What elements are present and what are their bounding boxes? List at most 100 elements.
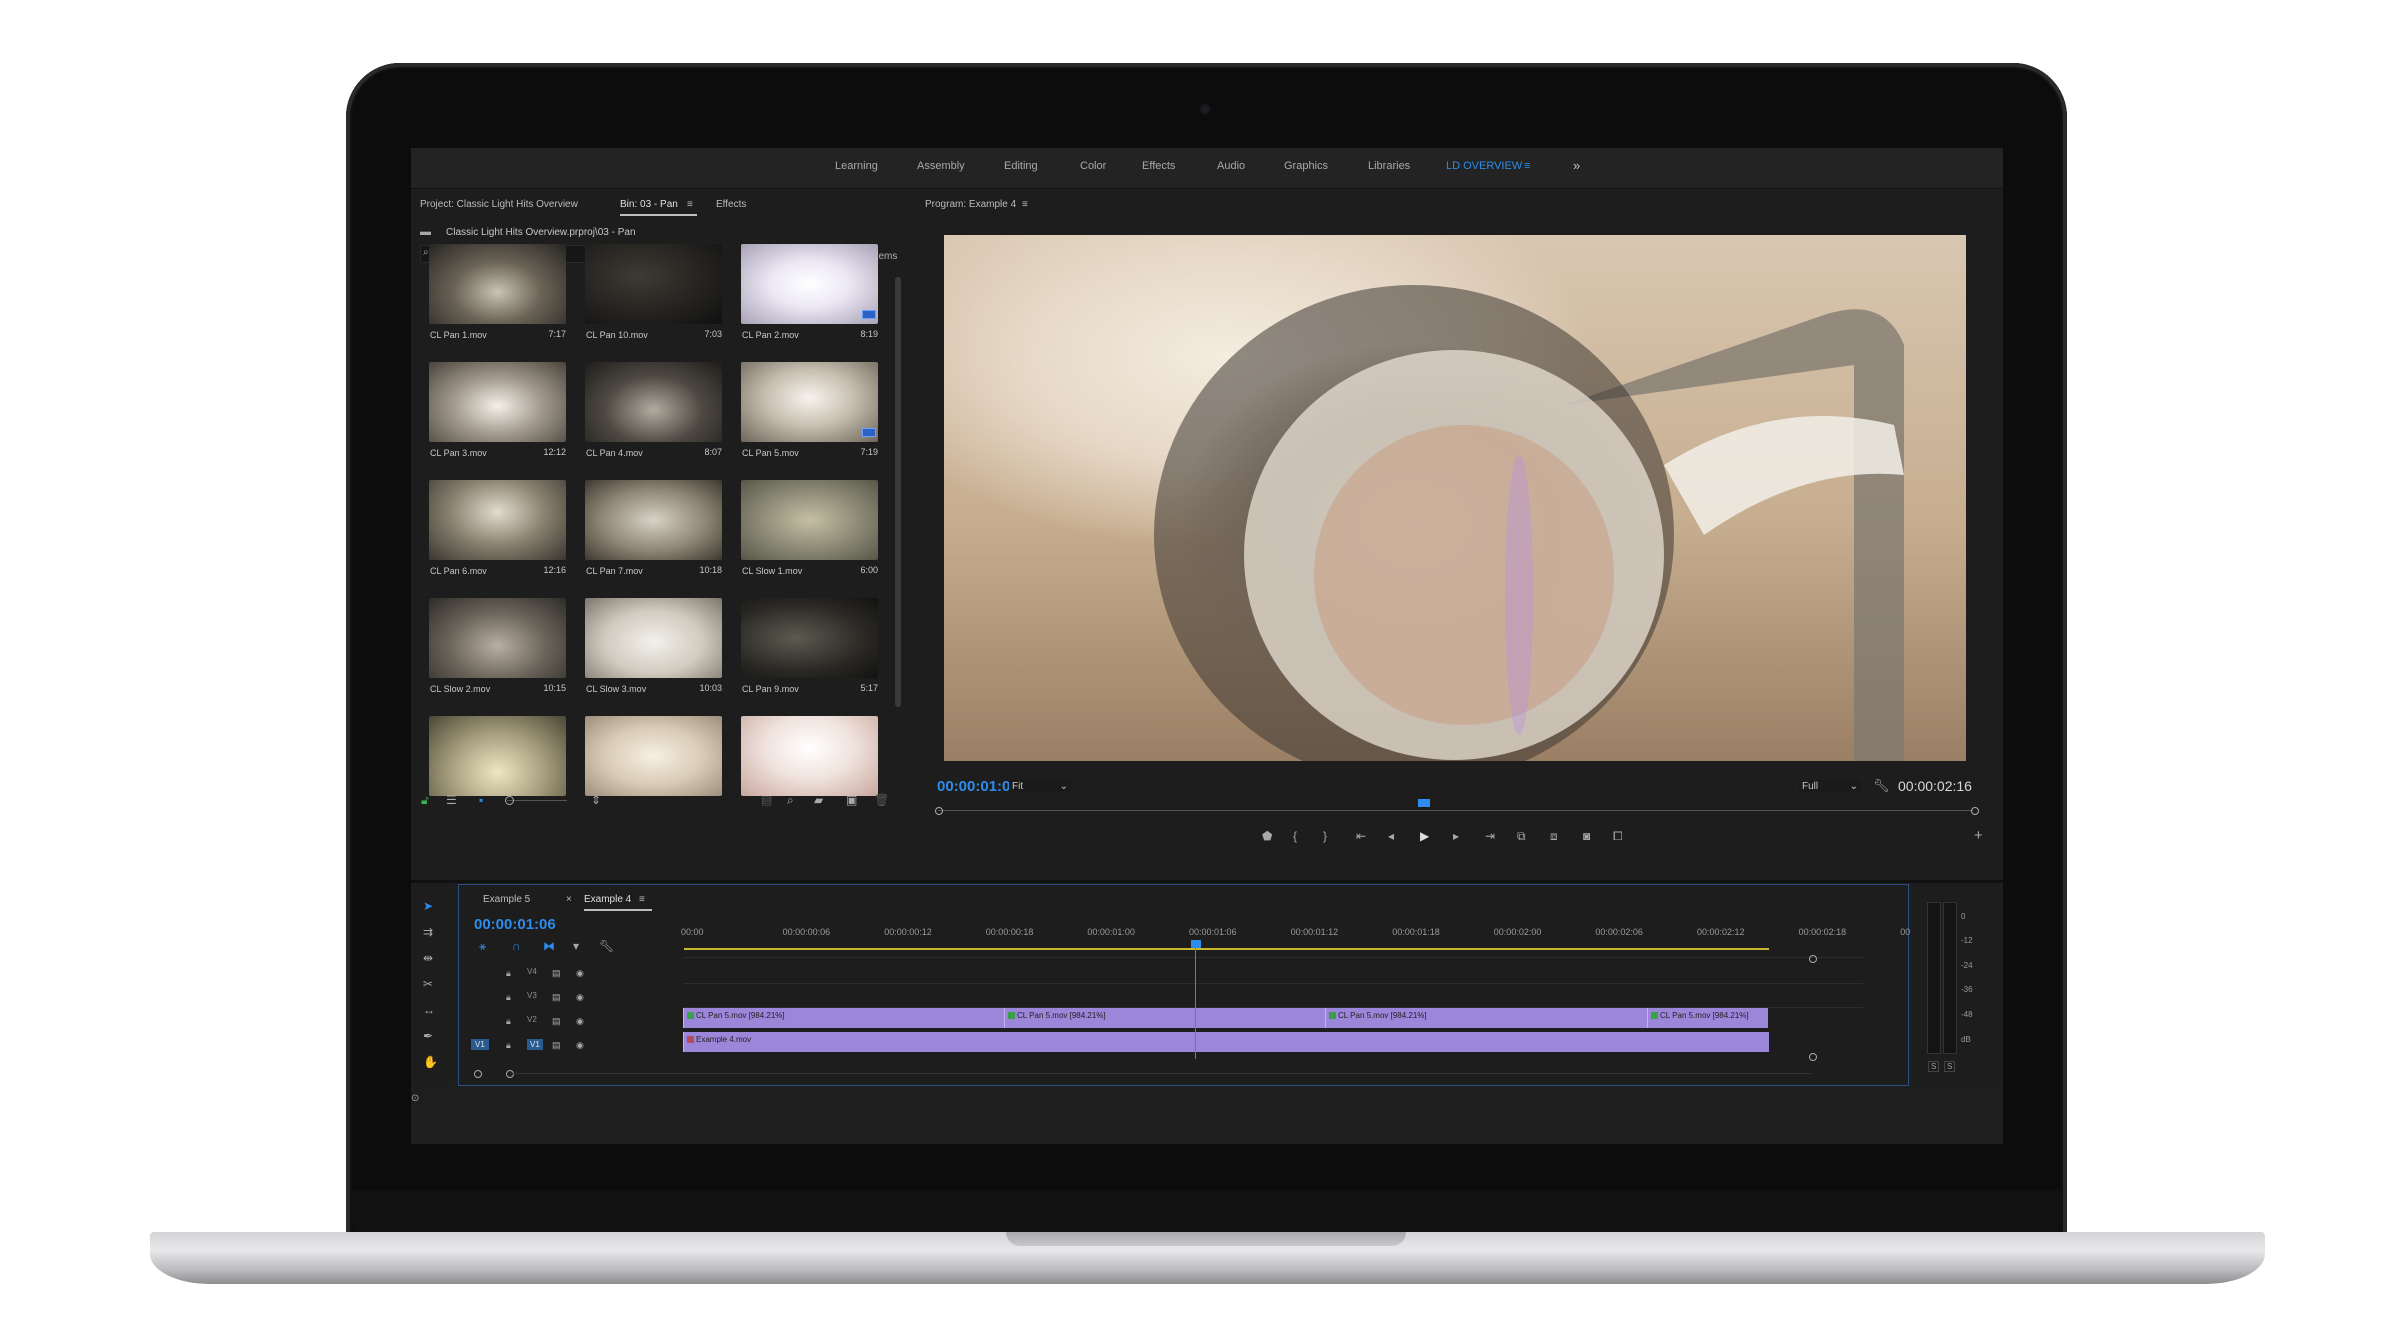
add-marker-icon[interactable]: ⬟ bbox=[1262, 830, 1272, 842]
selection-tool-icon[interactable]: ➤ bbox=[423, 900, 433, 912]
v2-clip[interactable]: CL Pan 5.mov [984.21%] bbox=[1647, 1008, 1768, 1028]
pen-tool-icon[interactable]: ✒ bbox=[423, 1030, 433, 1042]
zoom-slider-handle[interactable] bbox=[505, 796, 514, 805]
clip-thumbnail[interactable] bbox=[741, 598, 878, 678]
go-to-out-icon[interactable]: ⇥ bbox=[1485, 830, 1495, 842]
find-icon[interactable]: ⌕ bbox=[787, 794, 794, 806]
program-menu-icon[interactable]: ≡ bbox=[1022, 199, 1028, 210]
play-icon[interactable]: ▶ bbox=[1420, 830, 1429, 842]
tab-effects[interactable]: Effects bbox=[716, 199, 746, 210]
step-forward-icon[interactable]: ▸ bbox=[1453, 830, 1459, 842]
automate-to-sequence-icon[interactable]: ▤ bbox=[761, 794, 772, 806]
add-button-icon[interactable]: + bbox=[1974, 828, 1983, 843]
tab-project[interactable]: Project: Classic Light Hits Overview bbox=[420, 199, 578, 210]
eye-icon[interactable]: ◉ bbox=[576, 967, 584, 979]
trash-icon[interactable]: 🗑︎ bbox=[874, 794, 889, 806]
vertical-scroll-handle[interactable] bbox=[1809, 955, 1817, 963]
track-label[interactable]: V4 bbox=[527, 967, 537, 976]
track-output-icon[interactable]: ▤ bbox=[552, 1015, 561, 1027]
track-label[interactable]: V1 bbox=[527, 1039, 543, 1050]
icon-view-icon[interactable]: ▪ bbox=[479, 794, 483, 806]
clip-thumbnail[interactable] bbox=[585, 480, 722, 560]
track-output-icon[interactable]: ▤ bbox=[552, 991, 561, 1003]
razor-tool-icon[interactable]: ✂ bbox=[423, 978, 433, 990]
go-to-in-icon[interactable]: ⇤ bbox=[1356, 830, 1366, 842]
current-timecode[interactable]: 00:00:01:06 bbox=[937, 778, 1019, 795]
v2-clip[interactable]: CL Pan 5.mov [984.21%] bbox=[1004, 1008, 1325, 1028]
tab-bin[interactable]: Bin: 03 - Pan bbox=[620, 199, 678, 210]
clip-thumbnail[interactable] bbox=[741, 480, 878, 560]
new-bin-icon[interactable]: ▰ bbox=[814, 794, 823, 806]
clip-thumbnail[interactable] bbox=[585, 598, 722, 678]
source-patch-v1[interactable]: V1 bbox=[471, 1039, 489, 1050]
clip-thumbnail[interactable] bbox=[741, 362, 878, 442]
lift-icon[interactable]: ⧉ bbox=[1517, 830, 1526, 842]
clip-thumbnail[interactable] bbox=[585, 716, 722, 796]
clip-thumbnail[interactable] bbox=[585, 244, 722, 324]
close-icon[interactable]: × bbox=[566, 894, 572, 905]
timeline-tab-example-5[interactable]: Example 5 bbox=[483, 894, 530, 905]
workspace-tab-editing[interactable]: Editing bbox=[1004, 160, 1038, 172]
extract-icon[interactable]: ⧈ bbox=[1550, 830, 1558, 842]
hamburger-icon[interactable]: ≡ bbox=[1524, 160, 1530, 172]
slip-tool-icon[interactable]: ↔ bbox=[423, 1004, 435, 1016]
timeline-tab-example-4[interactable]: Example 4 bbox=[584, 894, 631, 905]
step-back-icon[interactable]: ◂ bbox=[1388, 830, 1394, 842]
workspace-tab-learning[interactable]: Learning bbox=[835, 160, 878, 172]
clip-thumbnail[interactable] bbox=[429, 598, 566, 678]
track-output-icon[interactable]: ▤ bbox=[552, 967, 561, 979]
eye-icon[interactable]: ◉ bbox=[576, 991, 584, 1003]
track-label[interactable]: V2 bbox=[527, 1015, 537, 1024]
workspace-tab-ld-overview[interactable]: LD OVERVIEW bbox=[1446, 160, 1522, 172]
track-lock-icon[interactable]: 🔒︎ bbox=[506, 991, 511, 1003]
zoom-level-select[interactable]: Fit ⌄ bbox=[1009, 780, 1071, 793]
comparison-view-icon[interactable]: ⧠ bbox=[1613, 830, 1623, 842]
clip-thumbnail[interactable] bbox=[741, 244, 878, 324]
clip-thumbnail[interactable] bbox=[429, 244, 566, 324]
clip-thumbnail[interactable] bbox=[429, 480, 566, 560]
workspace-tab-graphics[interactable]: Graphics bbox=[1284, 160, 1328, 172]
hand-tool-icon[interactable]: ✋ bbox=[423, 1056, 438, 1068]
eye-icon[interactable]: ◉ bbox=[576, 1039, 584, 1051]
ripple-edit-tool-icon[interactable]: ⇹ bbox=[423, 952, 433, 964]
timeline-settings-icon[interactable]: 🔧︎ bbox=[599, 940, 614, 952]
playback-resolution-select[interactable]: Full ⌄ bbox=[1799, 780, 1861, 793]
track-lock-icon[interactable]: 🔒︎ bbox=[506, 1039, 511, 1051]
timeline-menu-icon[interactable]: ≡ bbox=[639, 894, 645, 905]
linked-selection-icon[interactable]: ⧓ bbox=[543, 940, 555, 952]
mark-out-icon[interactable]: } bbox=[1323, 830, 1327, 842]
nest-icon[interactable]: ⚹ bbox=[479, 940, 486, 952]
horizontal-zoom-bar[interactable] bbox=[511, 1073, 1811, 1074]
clip-thumbnail[interactable] bbox=[741, 716, 878, 796]
solo-left-button[interactable]: S bbox=[1928, 1061, 1940, 1072]
track-output-icon[interactable]: ▤ bbox=[552, 1039, 561, 1051]
v2-clip[interactable]: CL Pan 5.mov [984.21%] bbox=[1325, 1008, 1647, 1028]
clip-thumbnail[interactable] bbox=[429, 362, 566, 442]
clip-thumbnail[interactable] bbox=[429, 716, 566, 796]
sort-icon[interactable]: ⇕ bbox=[591, 794, 601, 806]
track-lock-icon[interactable]: 🔒︎ bbox=[506, 967, 511, 979]
zoom-scroll-start[interactable] bbox=[474, 1070, 482, 1078]
workspace-tab-color[interactable]: Color bbox=[1080, 160, 1106, 172]
scrubber-start-handle[interactable] bbox=[935, 807, 943, 815]
export-frame-icon[interactable]: ◙ bbox=[1583, 830, 1590, 842]
snap-icon[interactable]: ∩ bbox=[512, 940, 521, 952]
clip-thumbnail[interactable] bbox=[585, 362, 722, 442]
vertical-scroll-handle[interactable] bbox=[1809, 1053, 1817, 1061]
eye-icon[interactable]: ◉ bbox=[576, 1015, 584, 1027]
wrench-icon[interactable]: 🔧︎ bbox=[1873, 779, 1890, 792]
v2-clip[interactable]: CL Pan 5.mov [984.21%] bbox=[683, 1008, 1004, 1028]
track-label[interactable]: V3 bbox=[527, 991, 537, 1000]
zoom-slider[interactable] bbox=[507, 800, 567, 801]
bin-menu-icon[interactable]: ≡ bbox=[687, 199, 693, 210]
scrollbar[interactable] bbox=[895, 277, 901, 707]
zoom-scroll-end[interactable] bbox=[506, 1070, 514, 1078]
track-select-tool-icon[interactable]: ⇉ bbox=[423, 926, 433, 938]
more-workspaces-icon[interactable]: » bbox=[1573, 158, 1580, 173]
mark-in-icon[interactable]: { bbox=[1293, 830, 1297, 842]
workspace-tab-audio[interactable]: Audio bbox=[1217, 160, 1245, 172]
video-frame[interactable] bbox=[944, 235, 1966, 761]
solo-right-button[interactable]: S bbox=[1944, 1061, 1956, 1072]
lock-icon[interactable]: 🔓︎ bbox=[421, 794, 429, 806]
workspace-tab-libraries[interactable]: Libraries bbox=[1368, 160, 1410, 172]
